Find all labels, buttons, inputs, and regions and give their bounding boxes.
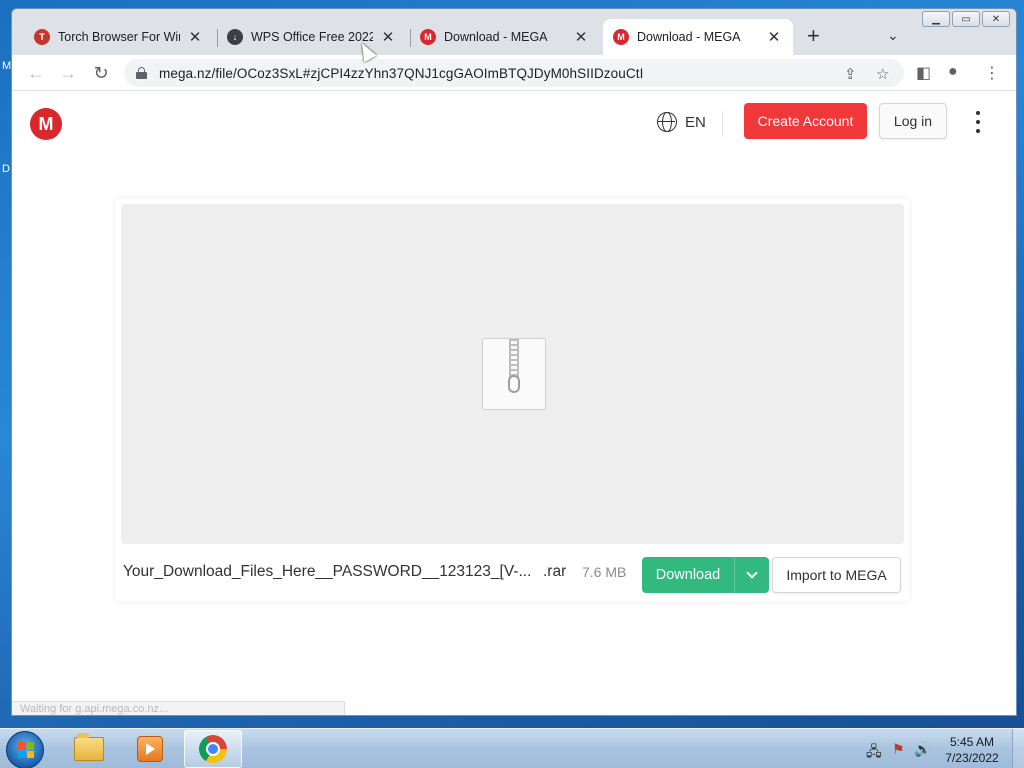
desktop-icon-label[interactable]: D xyxy=(2,163,10,175)
mega-favicon-icon: M xyxy=(613,29,629,45)
tab-mega-download[interactable]: M Download - MEGA ✕ xyxy=(410,19,600,55)
more-options-icon[interactable] xyxy=(970,111,986,133)
share-icon[interactable]: ⇪ xyxy=(844,65,857,83)
back-button[interactable]: ← xyxy=(24,61,48,85)
windows-logo-icon xyxy=(18,742,34,758)
tab-title: Torch Browser For Windows xyxy=(58,30,180,44)
lock-icon[interactable] xyxy=(136,67,147,79)
mega-logo[interactable]: M xyxy=(30,108,62,140)
desktop-icon-label[interactable]: M xyxy=(2,60,11,72)
download-favicon-icon: ↓ xyxy=(227,29,243,45)
side-panel-icon[interactable]: ◧ xyxy=(916,63,931,83)
clock-date: 7/23/2022 xyxy=(945,751,999,765)
window-controls: ▁ ▭ ✕ xyxy=(922,11,1010,27)
browser-toolbar: ← → ↻ mega.nz/file/OCoz3SxL#zjCPI4zzYhn3… xyxy=(12,55,1016,91)
media-player-icon xyxy=(137,736,163,762)
file-size: 7.6 MB xyxy=(582,564,627,580)
language-selector[interactable]: EN xyxy=(657,112,706,132)
tab-search-chevron-icon[interactable]: ⌄ xyxy=(887,27,899,44)
torch-favicon-icon: T xyxy=(34,29,50,45)
file-extension: .rar xyxy=(543,563,567,580)
mega-favicon-icon: M xyxy=(420,29,436,45)
file-name: Your_Download_Files_Here__PASSWORD__1231… xyxy=(123,563,532,580)
start-button[interactable] xyxy=(6,731,44,768)
tab-torch-browser[interactable]: T Torch Browser For Windows ✕ xyxy=(24,19,214,55)
url-text[interactable]: mega.nz/file/OCoz3SxL#zjCPI4zzYhn37QNJ1c… xyxy=(159,66,643,81)
tab-mega-download-active[interactable]: M Download - MEGA ✕ xyxy=(603,19,793,55)
file-preview xyxy=(121,204,904,544)
address-bar[interactable]: mega.nz/file/OCoz3SxL#zjCPI4zzYhn37QNJ1c… xyxy=(124,59,904,87)
mega-page: M EN Create Account Log in Your_Download… xyxy=(12,91,1016,715)
maximize-button[interactable]: ▭ xyxy=(952,11,980,27)
archive-file-icon xyxy=(482,338,546,410)
close-window-button[interactable]: ✕ xyxy=(982,11,1010,27)
import-to-mega-button[interactable]: Import to MEGA xyxy=(772,557,901,593)
tab-title: WPS Office Free 2022 11.2 xyxy=(251,30,373,44)
network-icon[interactable]: 🖧 xyxy=(866,741,882,765)
profile-avatar-icon[interactable]: ● xyxy=(948,63,958,81)
close-tab-icon[interactable]: ✕ xyxy=(572,28,590,46)
chevron-down-icon xyxy=(746,567,758,579)
action-center-flag-icon[interactable]: ⚑ xyxy=(892,741,905,758)
taskbar-clock[interactable]: 5:45 AM 7/23/2022 xyxy=(932,734,1012,766)
download-button-label[interactable]: Download xyxy=(642,557,734,593)
header-divider xyxy=(722,111,723,137)
language-label: EN xyxy=(685,113,706,131)
volume-icon[interactable]: 🔊 xyxy=(914,741,931,758)
download-button[interactable]: Download xyxy=(642,557,769,593)
browser-window: ▁ ▭ ✕ T Torch Browser For Windows ✕ ↓ WP… xyxy=(11,8,1017,716)
download-options-dropdown[interactable] xyxy=(734,557,769,593)
forward-button[interactable]: → xyxy=(56,61,80,85)
tab-wps-office[interactable]: ↓ WPS Office Free 2022 11.2 ✕ xyxy=(217,19,407,55)
file-card: Your_Download_Files_Here__PASSWORD__1231… xyxy=(115,198,910,602)
taskbar-explorer[interactable] xyxy=(60,730,118,768)
close-tab-icon[interactable]: ✕ xyxy=(379,28,397,46)
clock-time: 5:45 AM xyxy=(949,735,995,749)
reload-button[interactable]: ↻ xyxy=(89,61,113,85)
tab-title: Download - MEGA xyxy=(637,30,741,44)
create-account-button[interactable]: Create Account xyxy=(744,103,867,139)
close-tab-icon[interactable]: ✕ xyxy=(186,28,204,46)
show-desktop-button[interactable] xyxy=(1012,729,1024,768)
taskbar-media-player[interactable] xyxy=(121,730,179,768)
tab-title: Download - MEGA xyxy=(444,30,548,44)
login-button[interactable]: Log in xyxy=(879,103,947,139)
status-bar: Waiting for g.api.mega.co.nz... xyxy=(12,701,345,715)
new-tab-button[interactable]: + xyxy=(807,25,820,47)
folder-icon xyxy=(74,733,104,761)
zipper-pull-icon xyxy=(508,375,520,393)
taskbar-chrome[interactable] xyxy=(184,730,242,768)
taskbar: 🖧 ⚑ 🔊 5:45 AM 7/23/2022 xyxy=(0,728,1024,768)
tab-strip: ▁ ▭ ✕ T Torch Browser For Windows ✕ ↓ WP… xyxy=(12,9,1016,55)
chrome-icon xyxy=(199,735,227,763)
globe-icon xyxy=(657,112,677,132)
browser-menu-icon[interactable]: ⋮ xyxy=(984,63,1000,83)
minimize-button[interactable]: ▁ xyxy=(922,11,950,27)
bookmark-star-icon[interactable]: ☆ xyxy=(876,65,889,83)
close-tab-icon[interactable]: ✕ xyxy=(765,28,783,46)
